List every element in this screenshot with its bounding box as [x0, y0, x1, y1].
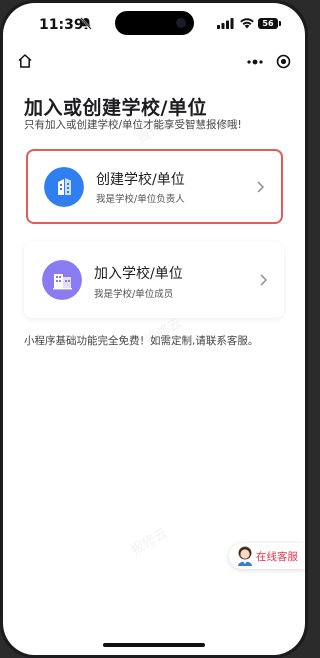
- card-description: 我是学校/单位负责人: [96, 194, 185, 205]
- app-screen: 11:39 56 报修云 报修云 报修云 加入或创建学校/单位 只有加入或创建学…: [3, 3, 305, 655]
- wifi-icon: [240, 18, 254, 29]
- cellular-signal-icon: [217, 18, 234, 29]
- battery-indicator: 56: [258, 18, 281, 29]
- phone-frame: 11:39 56 报修云 报修云 报修云 加入或创建学校/单位 只有加入或创建学…: [0, 0, 308, 658]
- page-title: 加入或创建学校/单位: [24, 97, 207, 119]
- office-building-icon: [42, 260, 82, 300]
- status-bar: 11:39 56: [3, 3, 305, 45]
- chevron-right-icon: [260, 274, 267, 286]
- create-organization-card[interactable]: 创建学校/单位 我是学校/单位负责人: [26, 149, 283, 224]
- home-indicator: [103, 643, 205, 647]
- watermark: 报修云: [128, 525, 171, 559]
- online-customer-service-button[interactable]: 在线客服: [229, 543, 305, 569]
- status-time: 11:39: [39, 17, 84, 33]
- dynamic-island: [115, 11, 194, 35]
- footer-note: 小程序基础功能完全免费！如需定制,请联系客服。: [24, 335, 259, 347]
- chevron-right-icon: [257, 181, 264, 193]
- building-icon: [44, 167, 84, 207]
- customer-service-avatar-icon: [238, 546, 252, 566]
- home-icon[interactable]: [17, 53, 33, 69]
- join-organization-card[interactable]: 加入学校/单位 我是学校/单位成员: [24, 242, 284, 318]
- card-description: 我是学校/单位成员: [94, 289, 174, 300]
- card-title: 创建学校/单位: [96, 172, 185, 188]
- more-dots-icon[interactable]: [246, 55, 264, 69]
- page-subtitle: 只有加入或创建学校/单位才能享受智慧报修哦!: [24, 119, 242, 131]
- target-icon[interactable]: [276, 54, 291, 69]
- bell-muted-icon: [80, 17, 92, 30]
- card-title: 加入学校/单位: [94, 266, 183, 282]
- customer-service-label: 在线客服: [256, 551, 298, 563]
- mini-program-capsule: [236, 51, 294, 73]
